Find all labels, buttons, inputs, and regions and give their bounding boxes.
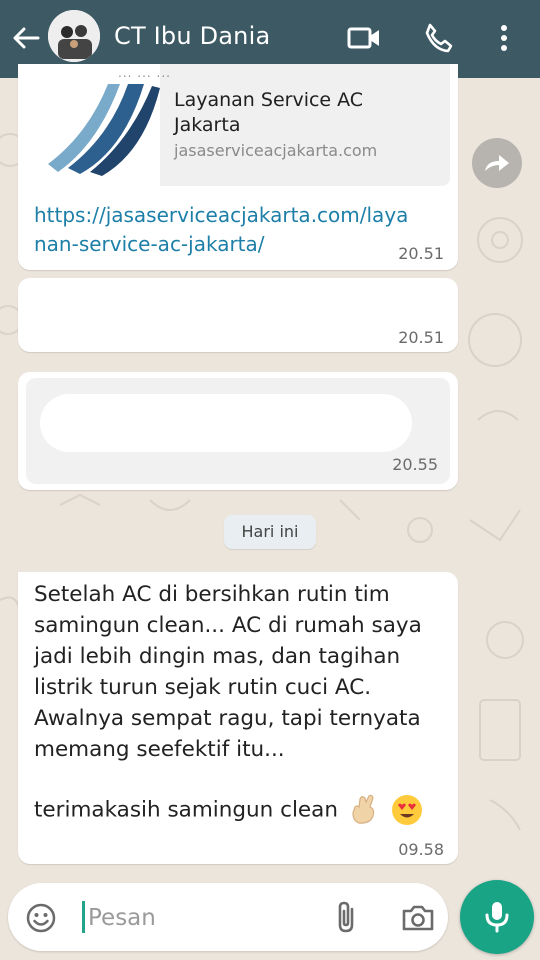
message-input[interactable] <box>86 897 320 939</box>
crossed-fingers-emoji-icon <box>352 794 375 824</box>
message-time: 09.58 <box>398 840 444 859</box>
redaction-mark <box>40 394 412 452</box>
message-line: Setelah AC di bersihkan rutin tim <box>34 582 390 607</box>
link-preview-card[interactable]: ... ... ... Layanan Service AC Jakarta j… <box>28 64 450 186</box>
more-vertical-icon[interactable] <box>490 20 518 56</box>
message-thanks-text: terimakasih samingun clean <box>34 797 338 823</box>
voice-message-button[interactable] <box>460 880 534 954</box>
camera-icon[interactable] <box>400 901 436 935</box>
message-line: samingun clean... AC di rumah saya <box>34 613 422 638</box>
message-link[interactable]: https://jasaserviceacjakarta.com/layanan… <box>34 201 414 259</box>
back-arrow-icon[interactable] <box>10 22 42 54</box>
image-attachment[interactable] <box>26 378 450 484</box>
forward-button[interactable] <box>472 138 522 188</box>
message-time: 20.51 <box>398 244 444 263</box>
contact-name[interactable]: CT Ibu Dania <box>114 22 270 50</box>
attachment-icon[interactable] <box>332 899 362 935</box>
message-time: 20.55 <box>392 455 438 474</box>
phone-call-icon[interactable] <box>420 20 456 56</box>
message-line: Awalnya sempat ragu, tapi ternyata <box>34 706 421 731</box>
message-line: memang seefektif itu... <box>34 737 285 762</box>
message-line: jadi lebih dingin mas, dan tagihan <box>34 644 401 669</box>
message-bubble-image[interactable]: 20.55 <box>18 372 458 490</box>
preview-header-fragment: ... ... ... <box>118 66 171 80</box>
message-bubble-link[interactable]: ... ... ... Layanan Service AC Jakarta j… <box>18 64 458 270</box>
message-line: listrik turun sejak rutin cuci AC. <box>34 675 372 700</box>
forward-icon <box>485 155 509 171</box>
emoji-icon[interactable] <box>24 901 58 935</box>
video-call-icon[interactable] <box>346 20 382 56</box>
text-caret <box>82 901 85 933</box>
day-divider: Hari ini <box>224 515 316 549</box>
message-bubble-text[interactable]: Setelah AC di bersihkan rutin tim saming… <box>18 572 458 864</box>
message-thanks-line: terimakasih samingun clean <box>34 793 424 827</box>
heart-eyes-emoji-icon <box>392 795 423 825</box>
link-preview-domain: jasaserviceacjakarta.com <box>174 141 378 160</box>
message-bubble-redacted[interactable]: 20.51 <box>18 278 458 352</box>
link-preview-title: Layanan Service AC Jakarta <box>174 89 364 136</box>
link-preview-thumbnail <box>28 64 160 186</box>
message-composer <box>8 883 448 951</box>
microphone-icon <box>485 902 509 933</box>
contact-avatar[interactable] <box>48 10 100 62</box>
message-time: 20.51 <box>398 328 444 347</box>
